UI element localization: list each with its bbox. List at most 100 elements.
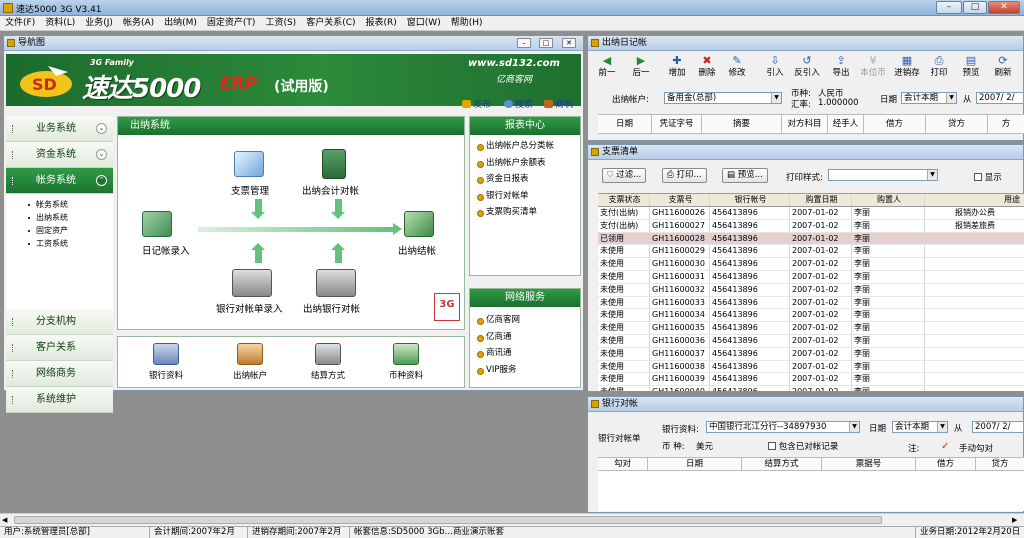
column-header[interactable]: 购置人 <box>852 194 925 206</box>
sidebar-item-maintenance[interactable]: 系统维护 <box>6 387 113 413</box>
window-minimize-icon[interactable]: – <box>517 38 531 48</box>
menu-file[interactable]: 文件(F) <box>0 16 40 30</box>
column-header[interactable]: 支票状态 <box>598 194 650 206</box>
include-reconciled-checkbox[interactable]: 包含已对帐记录 <box>768 440 838 452</box>
node-bank-statement-entry[interactable]: 银行对帐单录入 <box>216 301 283 315</box>
window-close-icon[interactable]: ✕ <box>562 38 576 48</box>
sidebar-item-crm[interactable]: 客户关系 <box>6 335 113 361</box>
sidebar-sub-payroll[interactable]: 工资系统 <box>6 237 113 250</box>
column-header[interactable]: 支票号 <box>650 194 710 206</box>
column-header[interactable]: 票据号 <box>822 458 916 470</box>
publish-link[interactable]: 发布 <box>462 97 491 110</box>
node-voucher-reconcile[interactable]: 出纳会计对帐 <box>302 183 359 197</box>
menu-accounts[interactable]: 帐务(A) <box>118 16 159 30</box>
table-row[interactable]: 已领用 GH11600028 456413896 2007-01-02 李丽 <box>598 232 1024 246</box>
network-link-yst[interactable]: 亿商通 <box>470 329 580 346</box>
table-row[interactable]: 未使用 GH11600032 456413896 2007-01-02 李丽 <box>598 283 1024 297</box>
report-link-daily[interactable]: 资金日报表 <box>470 171 580 188</box>
search-link[interactable]: 搜索 <box>504 97 533 110</box>
filter-button[interactable]: ⛉ 过滤... <box>602 168 647 183</box>
column-header[interactable]: 结算方式 <box>742 458 822 470</box>
tool-currency-data[interactable]: 币种资料 <box>376 343 436 381</box>
sidebar-sub-cashier[interactable]: 出纳系统 <box>6 211 113 224</box>
toolbar-preview-button[interactable]: ▤ 预览 <box>956 55 986 78</box>
toolbar-prev-button[interactable]: ◀ 前一 <box>592 55 622 78</box>
toolbar-edit-button[interactable]: ✎ 修改 <box>722 55 752 78</box>
column-header[interactable]: 对方科目 <box>782 115 828 133</box>
column-header[interactable]: 购置日期 <box>790 194 852 206</box>
report-link-balance[interactable]: 出纳帐户余额表 <box>470 155 580 172</box>
sidebar-item-ecommerce[interactable]: 网络商务 <box>6 361 113 387</box>
show-checkbox[interactable]: 显示 <box>974 171 1002 183</box>
node-bank-reconcile[interactable]: 出纳银行对帐 <box>303 301 360 315</box>
network-link-ysk[interactable]: 亿商客网 <box>470 312 580 329</box>
window-restore-icon[interactable]: □ <box>539 38 553 48</box>
toolbar-refresh-button[interactable]: ⟳ 刷新 <box>988 55 1018 78</box>
bank-data-select[interactable]: 中国银行北江分行--34897930 ▼ <box>706 421 860 433</box>
table-row[interactable]: 支付(出纳) GH11600026 456413896 2007-01-02 李丽 报销办… <box>598 207 1024 220</box>
toolbar-export-button[interactable]: ⇪ 导出 <box>826 55 856 78</box>
network-link-vip[interactable]: VIP服务 <box>470 362 580 379</box>
minimize-button[interactable]: – <box>936 1 962 14</box>
column-header[interactable]: 凭证字号 <box>652 115 702 133</box>
node-cheque-management[interactable]: 支票管理 <box>231 183 269 197</box>
toolbar-inventory-button[interactable]: ▦ 进销存 <box>892 55 922 78</box>
network-link-sxt[interactable]: 商讯通 <box>470 345 580 362</box>
tool-cashier-account[interactable]: 出纳帐户 <box>220 343 280 381</box>
table-row[interactable]: 未使用 GH11600033 456413896 2007-01-02 李丽 <box>598 296 1024 310</box>
toolbar-unimport-button[interactable]: ↺ 反引入 <box>792 55 822 78</box>
scroll-right-icon[interactable]: ▶ <box>1012 516 1017 524</box>
column-header[interactable]: 勾对 <box>598 458 648 470</box>
scroll-left-icon[interactable]: ◀ <box>2 516 7 524</box>
table-row[interactable]: 未使用 GH11600034 456413896 2007-01-02 李丽 <box>598 309 1024 323</box>
sidebar-sub-fixed-assets[interactable]: 固定资产 <box>6 224 113 237</box>
toolbar-print-button[interactable]: ⎙ 打印 <box>924 55 954 78</box>
table-row[interactable]: 未使用 GH11600037 456413896 2007-01-02 李丽 <box>598 347 1024 361</box>
table-row[interactable]: 未使用 GH11600029 456413896 2007-01-02 李丽 <box>598 245 1024 259</box>
column-header[interactable]: 日期 <box>648 458 742 470</box>
sidebar-item-funds[interactable]: 资金系统 ⌄ <box>6 142 113 168</box>
column-header[interactable]: 贷方 <box>976 458 1024 470</box>
preview-button[interactable]: ▤ 预览... <box>722 168 768 183</box>
menu-reports[interactable]: 报表(R) <box>361 16 402 30</box>
menu-help[interactable]: 帮助(H) <box>446 16 488 30</box>
maximize-button[interactable]: □ <box>963 1 987 14</box>
toolbar-delete-button[interactable]: ✖ 删除 <box>692 55 722 78</box>
bank-from-date[interactable]: 2007/ 2/ <box>972 421 1024 433</box>
menu-crm[interactable]: 客户关系(C) <box>301 16 360 30</box>
report-link-ledger[interactable]: 出纳帐户总分类帐 <box>470 138 580 155</box>
column-header[interactable]: 借方 <box>916 458 976 470</box>
sidebar-item-business[interactable]: 业务系统 ⌄ <box>6 116 113 142</box>
node-journal-entry[interactable]: 日记帐录入 <box>142 243 190 257</box>
menu-data[interactable]: 资料(L) <box>40 16 80 30</box>
column-header[interactable]: 经手人 <box>828 115 864 133</box>
column-header[interactable]: 摘要 <box>702 115 782 133</box>
bank-date-mode-select[interactable]: 会计本期 ▼ <box>892 421 948 433</box>
column-header[interactable]: 方 <box>988 115 1024 133</box>
table-row[interactable]: 未使用 GH11600036 456413896 2007-01-02 李丽 <box>598 334 1024 348</box>
journal-date-mode-select[interactable]: 会计本期 ▼ <box>901 92 957 104</box>
report-link-bank-statement[interactable]: 银行对帐单 <box>470 188 580 205</box>
table-row[interactable]: 未使用 GH11600035 456413896 2007-01-02 李丽 <box>598 322 1024 335</box>
menu-business[interactable]: 业务(J) <box>80 16 118 30</box>
tool-bank-data[interactable]: 银行资料 <box>136 343 196 381</box>
horizontal-scrollbar[interactable]: ◀ ▶ <box>0 513 1024 526</box>
column-header[interactable]: 贷方 <box>926 115 988 133</box>
column-header[interactable]: 借方 <box>864 115 926 133</box>
close-button[interactable]: ✕ <box>988 1 1020 14</box>
node-cashier-settle[interactable]: 出纳结帐 <box>398 243 436 257</box>
banner-url[interactable]: www.sd132.com <box>468 58 560 69</box>
sidebar-item-branch[interactable]: 分支机构 <box>6 309 113 335</box>
sidebar-sub-accounting[interactable]: 帐务系统 <box>6 198 113 211</box>
scroll-thumb[interactable] <box>14 516 882 524</box>
table-row[interactable]: 未使用 GH11600031 456413896 2007-01-02 李丽 <box>598 270 1024 284</box>
table-row[interactable]: 未使用 GH11600039 456413896 2007-01-02 李丽 <box>598 373 1024 387</box>
menu-cashier[interactable]: 出纳(M) <box>159 16 202 30</box>
table-row[interactable]: 未使用 GH11600038 456413896 2007-01-02 李丽 <box>598 360 1024 374</box>
toolbar-base-currency-button[interactable]: ¥ 本位币 <box>858 55 888 78</box>
table-row[interactable]: 未使用GH116000404564138962007-01-02李丽 <box>598 386 1024 391</box>
tool-settlement-method[interactable]: 结算方式 <box>298 343 358 381</box>
journal-from-date[interactable]: 2007/ 2/ <box>976 92 1024 104</box>
business-link[interactable]: 商机 <box>544 97 573 110</box>
report-link-cheque-purchase[interactable]: 支票购买清单 <box>470 204 580 221</box>
